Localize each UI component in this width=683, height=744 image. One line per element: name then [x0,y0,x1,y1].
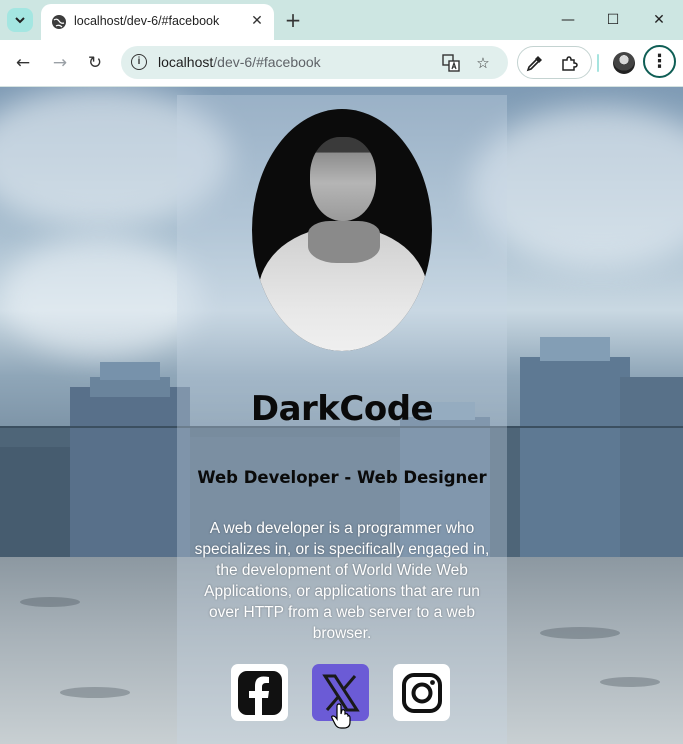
url-host: localhost [158,54,214,70]
profile-description: A web developer is a programmer who spec… [194,520,490,642]
profile-name: DarkCode [250,389,434,429]
globe-icon [52,15,66,29]
ground-rock [20,597,80,607]
tab-title: localhost/dev-6/#facebook [74,14,220,28]
photo-face [310,137,376,221]
instagram-button[interactable] [393,664,450,721]
profile-avatar[interactable] [613,52,635,74]
profile-role: Web Developer - Web Designer [197,468,487,487]
facebook-button[interactable] [231,664,288,721]
site-info-icon[interactable]: i [131,54,147,70]
eyedropper-icon[interactable] [525,53,545,73]
chevron-down-icon [15,17,25,24]
ground-rock [600,677,660,687]
toolbar-separator [597,54,599,72]
minimize-button[interactable]: — [555,8,581,32]
browser-tab[interactable]: localhost/dev-6/#facebook ✕ [41,4,274,40]
url-path: /dev-6/#facebook [213,54,321,70]
address-bar[interactable]: i localhost/dev-6/#facebook ☆ [121,46,508,79]
url-text[interactable]: localhost/dev-6/#facebook [158,54,321,70]
maximize-button[interactable]: ☐ [600,8,626,32]
instagram-icon [401,672,442,713]
facebook-icon [237,670,282,715]
extensions-group [517,46,592,79]
back-button[interactable]: ← [11,51,35,75]
translate-icon[interactable] [441,53,461,73]
puzzle-extension-icon[interactable] [559,53,579,73]
ground-rock [540,627,620,639]
tab-search-button[interactable] [7,8,33,32]
reload-button[interactable]: ↻ [83,51,107,75]
browser-toolbar: ← → ↻ i localhost/dev-6/#facebook ☆ ⋮ [0,40,683,87]
new-tab-button[interactable]: + [282,8,304,32]
tab-close-icon[interactable]: ✕ [248,12,266,30]
tab-strip: localhost/dev-6/#facebook ✕ + — ☐ ✕ [0,0,683,40]
close-window-button[interactable]: ✕ [646,8,672,32]
forward-button[interactable]: → [48,51,72,75]
bookmark-star-icon[interactable]: ☆ [473,53,493,73]
ground-rock [60,687,130,698]
hand-cursor-icon [331,703,351,729]
browser-menu-button[interactable]: ⋮ [643,45,676,78]
photo-hands [308,221,380,263]
profile-photo [252,109,432,351]
